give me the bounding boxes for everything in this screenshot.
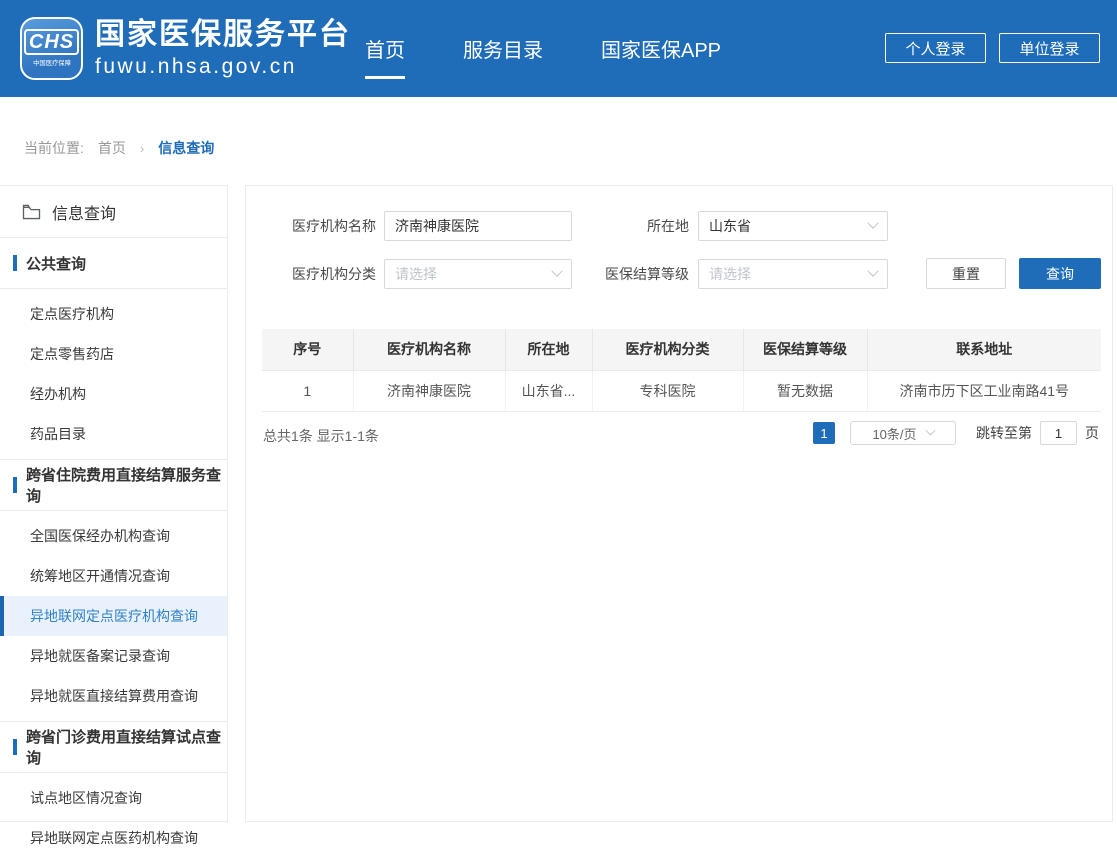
col-settle-level: 医保结算等级 — [743, 329, 867, 370]
cell-seq: 1 — [262, 370, 353, 411]
sidebar-item-national-agency-query[interactable]: 全国医保经办机构查询 — [0, 516, 227, 556]
nav-service-catalog[interactable]: 服务目录 — [463, 28, 543, 69]
location-label: 所在地 — [601, 211, 689, 241]
settle-level-label: 医保结算等级 — [601, 259, 689, 289]
sidebar-item-region-opening-status-query[interactable]: 统筹地区开通情况查询 — [0, 556, 227, 596]
sidebar-item-remote-filing-record-query[interactable]: 异地就医备案记录查询 — [0, 636, 227, 676]
chs-logo-subtext: 中国医疗保障 — [33, 59, 71, 68]
chevron-down-icon — [925, 425, 935, 435]
chevron-down-icon — [867, 266, 878, 277]
breadcrumb-prefix: 当前位置: — [24, 138, 84, 158]
settle-level-select[interactable]: 请选择 — [698, 259, 888, 289]
sidebar-item-pilot-region-status-query[interactable]: 试点地区情况查询 — [0, 778, 227, 818]
page-number-button[interactable]: 1 — [813, 422, 835, 444]
col-org-name: 医疗机构名称 — [353, 329, 505, 370]
sidebar-section-cross-province-outpatient: 跨省门诊费用直接结算试点查询 — [0, 722, 227, 773]
page-size-value: 10条/页 — [872, 424, 916, 443]
jump-prefix-label: 跳转至第 — [976, 423, 1032, 443]
jump-suffix-label: 页 — [1085, 423, 1099, 443]
section-heading: 跨省门诊费用直接结算试点查询 — [26, 726, 227, 768]
site-url: fuwu.nhsa.gov.cn — [95, 55, 351, 79]
reset-button[interactable]: 重置 — [926, 258, 1006, 289]
breadcrumb-current[interactable]: 信息查询 — [158, 138, 214, 158]
results-table: 序号 医疗机构名称 所在地 医疗机构分类 医保结算等级 联系地址 1 济南神康医… — [262, 329, 1101, 412]
search-button[interactable]: 查询 — [1019, 258, 1101, 289]
chs-logo-icon: CHS 中国医疗保障 — [20, 17, 83, 80]
section-marker — [13, 739, 17, 755]
org-type-label: 医疗机构分类 — [271, 259, 376, 289]
page-size-select[interactable]: 10条/页 — [850, 421, 956, 445]
logo[interactable]: CHS 中国医疗保障 国家医保服务平台 fuwu.nhsa.gov.cn — [20, 17, 351, 80]
cell-location: 山东省... — [505, 370, 592, 411]
breadcrumb-home[interactable]: 首页 — [98, 138, 126, 158]
chs-logo-text: CHS — [24, 29, 79, 55]
jump-page-input[interactable] — [1040, 421, 1077, 445]
main-nav: 首页 服务目录 国家医保APP — [365, 0, 721, 97]
col-location: 所在地 — [505, 329, 592, 370]
personal-login-button[interactable]: 个人登录 — [885, 33, 986, 63]
table-row: 1 济南神康医院 山东省... 专科医院 暂无数据 济南市历下区工业南路41号 — [262, 370, 1101, 411]
col-address: 联系地址 — [867, 329, 1101, 370]
pagination-controls: 1 10条/页 跳转至第 页 — [813, 421, 1099, 445]
section-marker — [13, 477, 17, 493]
sidebar-item-networked-pharma-institution-query[interactable]: 异地联网定点医药机构查询 — [0, 818, 227, 858]
nav-home[interactable]: 首页 — [365, 28, 405, 69]
cell-address: 济南市历下区工业南路41号 — [867, 370, 1101, 411]
sidebar-item-handling-agencies[interactable]: 经办机构 — [0, 374, 227, 414]
settle-level-select-placeholder: 请选择 — [709, 264, 751, 284]
sidebar-title: 信息查询 — [0, 186, 227, 238]
section-heading: 跨省住院费用直接结算服务查询 — [26, 464, 227, 506]
sidebar: 信息查询 公共查询 定点医疗机构 定点零售药店 经办机构 药品目录 跨省住院费用… — [0, 185, 228, 822]
org-name-label: 医疗机构名称 — [271, 211, 376, 241]
main-panel: 医疗机构名称 所在地 山东省 医疗机构分类 请选择 医保结算等级 请选择 重置 … — [245, 185, 1113, 822]
org-name-input[interactable] — [384, 211, 572, 241]
col-seq: 序号 — [262, 329, 353, 370]
sidebar-item-networked-medical-institution-query[interactable]: 异地联网定点医疗机构查询 — [0, 596, 227, 636]
breadcrumb-separator-icon: › — [140, 141, 144, 156]
org-login-button[interactable]: 单位登录 — [999, 33, 1100, 63]
app-header: CHS 中国医疗保障 国家医保服务平台 fuwu.nhsa.gov.cn 首页 … — [0, 0, 1117, 97]
sidebar-item-remote-settlement-expense-query[interactable]: 异地就医直接结算费用查询 — [0, 676, 227, 716]
chevron-down-icon — [551, 266, 562, 277]
location-select-value: 山东省 — [709, 216, 751, 236]
nav-national-app[interactable]: 国家医保APP — [601, 28, 721, 69]
sidebar-item-designated-medical-institutions[interactable]: 定点医疗机构 — [0, 294, 227, 334]
table-header-row: 序号 医疗机构名称 所在地 医疗机构分类 医保结算等级 联系地址 — [262, 329, 1101, 370]
site-title: 国家医保服务平台 — [95, 18, 351, 53]
location-select[interactable]: 山东省 — [698, 211, 888, 241]
pagination-summary: 总共1条 显示1-1条 — [263, 426, 379, 446]
org-type-select-placeholder: 请选择 — [395, 264, 437, 284]
folder-icon — [22, 204, 41, 220]
cell-org-name: 济南神康医院 — [353, 370, 505, 411]
org-type-select[interactable]: 请选择 — [384, 259, 572, 289]
sidebar-section-cross-province-inpatient: 跨省住院费用直接结算服务查询 — [0, 460, 227, 511]
breadcrumb: 当前位置: 首页 › 信息查询 — [24, 138, 214, 158]
cell-org-type: 专科医院 — [592, 370, 743, 411]
section-marker — [13, 255, 17, 271]
cell-settle-level: 暂无数据 — [743, 370, 867, 411]
col-org-type: 医疗机构分类 — [592, 329, 743, 370]
section-heading: 公共查询 — [26, 253, 86, 274]
sidebar-section-public-query: 公共查询 — [0, 238, 227, 289]
sidebar-title-label: 信息查询 — [52, 200, 116, 224]
sidebar-item-designated-retail-pharmacies[interactable]: 定点零售药店 — [0, 334, 227, 374]
sidebar-item-drug-catalog[interactable]: 药品目录 — [0, 414, 227, 454]
chevron-down-icon — [867, 218, 878, 229]
